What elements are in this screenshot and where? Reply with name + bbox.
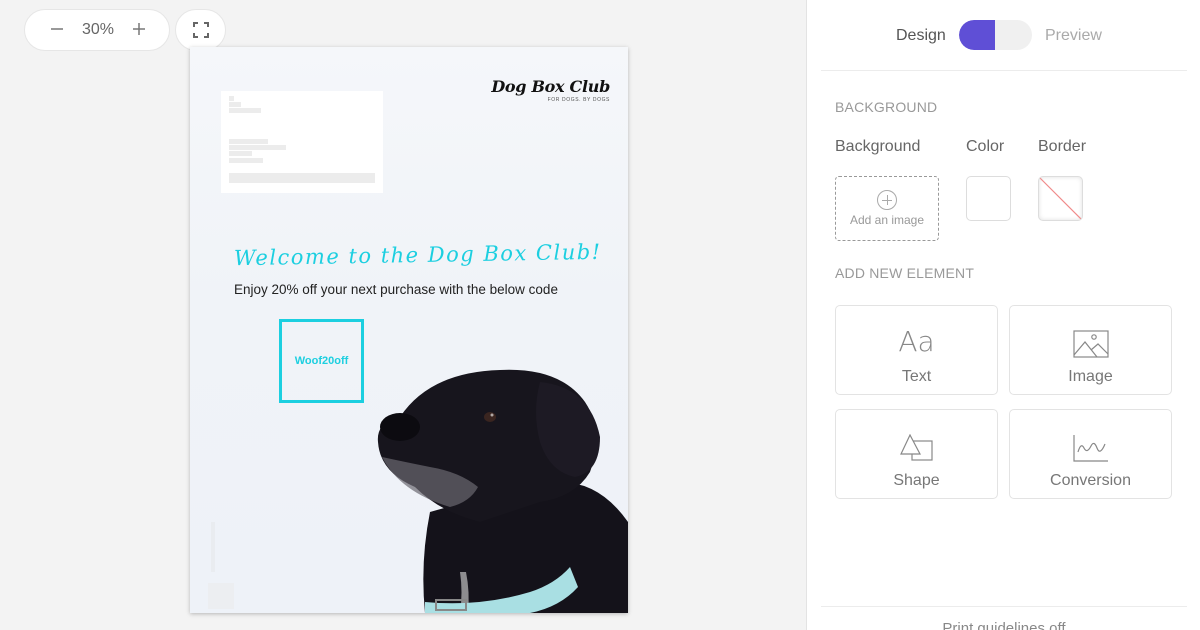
image-icon <box>1072 330 1109 358</box>
brand-logo[interactable]: Dog Box Club FOR DOGS. BY DOGS <box>491 77 610 103</box>
border-label: Border <box>1038 138 1087 155</box>
coupon-code: Woof20off <box>294 355 349 367</box>
decorative-line <box>211 522 215 572</box>
text-icon: Aa <box>898 325 935 358</box>
fullscreen-icon <box>192 22 209 38</box>
mode-switch: Design Preview <box>807 19 1200 53</box>
no-color-icon <box>1039 177 1082 220</box>
element-label: Image <box>1068 368 1113 385</box>
properties-sidebar: Design Preview BACKGROUND Background Col… <box>806 0 1200 630</box>
add-image-label: Add an image <box>849 213 925 227</box>
design-preview-toggle[interactable] <box>959 20 1032 50</box>
zoom-level: 30% <box>81 21 115 38</box>
letter-page[interactable]: Dog Box Club FOR DOGS. BY DOGS Welcome t… <box>190 47 628 613</box>
chart-icon <box>1072 435 1108 462</box>
background-label: Background <box>835 138 921 155</box>
divider <box>821 606 1187 607</box>
element-label: Shape <box>893 472 940 489</box>
toggle-knob <box>959 20 995 50</box>
fullscreen-button[interactable] <box>175 9 226 51</box>
color-label: Color <box>966 138 1005 155</box>
address-block[interactable] <box>221 91 383 193</box>
divider <box>821 70 1187 71</box>
subline-text[interactable]: Enjoy 20% off your next purchase with th… <box>234 282 558 297</box>
element-label: Text <box>901 368 932 385</box>
canvas-area: 30% Dog Box Club FOR DOGS. BY DOGS Welco… <box>0 0 806 630</box>
shape-icon <box>899 434 933 461</box>
zoom-in-button[interactable] <box>131 20 147 40</box>
print-guidelines-toggle[interactable]: Print guidelines off <box>807 620 1200 630</box>
add-text-element-button[interactable]: Aa Text <box>835 305 998 395</box>
minus-icon <box>51 28 63 30</box>
add-element-section-title: ADD NEW ELEMENT <box>835 265 975 281</box>
logo-tagline: FOR DOGS. BY DOGS <box>547 97 610 103</box>
logo-title: Dog Box Club <box>491 77 610 96</box>
plus-circle-icon <box>877 190 897 210</box>
coupon-box[interactable]: Woof20off <box>279 319 364 403</box>
border-color-swatch[interactable] <box>1038 176 1083 221</box>
design-mode-label[interactable]: Design <box>896 27 946 45</box>
element-label: Conversion <box>1050 472 1131 489</box>
dog-photo[interactable] <box>360 362 628 613</box>
zoom-out-button[interactable] <box>49 20 65 40</box>
preview-mode-label[interactable]: Preview <box>1045 27 1102 45</box>
plus-icon <box>133 23 145 35</box>
add-shape-element-button[interactable]: Shape <box>835 409 998 499</box>
add-conversion-element-button[interactable]: Conversion <box>1009 409 1172 499</box>
background-color-swatch[interactable] <box>966 176 1011 221</box>
add-background-image-button[interactable]: Add an image <box>835 176 939 241</box>
headline-text[interactable]: Welcome to the Dog Box Club! <box>234 240 602 270</box>
background-section-title: BACKGROUND <box>835 99 938 115</box>
decorative-box <box>208 583 234 609</box>
add-image-element-button[interactable]: Image <box>1009 305 1172 395</box>
zoom-control: 30% <box>24 9 170 51</box>
